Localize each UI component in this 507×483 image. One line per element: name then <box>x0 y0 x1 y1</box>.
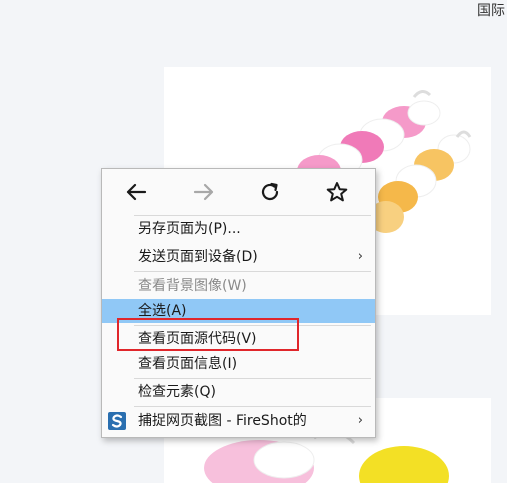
menu-item-fireshot-capture[interactable]: 捕捉网页截图 - FireShot的 › <box>102 409 375 433</box>
menu-separator <box>134 406 371 407</box>
bookmark-button[interactable] <box>317 176 357 208</box>
menu-item-label: 另存页面为(P)... <box>138 221 241 237</box>
back-button[interactable] <box>116 176 156 208</box>
reload-button[interactable] <box>250 176 290 208</box>
header-text-fragment: 国际 <box>477 3 505 18</box>
menu-item-view-page-info[interactable]: 查看页面信息(I) <box>102 352 375 376</box>
menu-separator <box>134 378 371 379</box>
menu-item-save-page[interactable]: 另存页面为(P)... <box>102 217 375 241</box>
arrow-left-icon <box>126 183 147 201</box>
menu-item-send-to-device[interactable]: 发送页面到设备(D) › <box>102 245 375 269</box>
star-icon <box>326 182 348 202</box>
menu-item-label: 检查元素(Q) <box>138 384 216 400</box>
context-menu: 另存页面为(P)... 发送页面到设备(D) › 查看背景图像(W) 全选(A)… <box>101 168 376 438</box>
menu-item-view-background-image: 查看背景图像(W) <box>102 274 375 298</box>
menu-item-label: 全选(A) <box>138 303 187 319</box>
menu-item-label: 查看页面源代码(V) <box>138 331 257 347</box>
menu-item-inspect-element[interactable]: 检查元素(Q) <box>102 380 375 404</box>
menu-separator <box>134 271 371 272</box>
menu-item-label: 查看页面信息(I) <box>138 356 238 372</box>
forward-button[interactable] <box>184 176 224 208</box>
reload-icon <box>261 182 279 201</box>
menu-item-label: 捕捉网页截图 - FireShot的 <box>138 413 307 429</box>
menu-item-label: 发送页面到设备(D) <box>138 249 258 265</box>
menu-separator <box>134 325 371 326</box>
menu-separator <box>134 215 371 216</box>
arrow-right-icon <box>193 183 214 201</box>
submenu-arrow-icon: › <box>357 413 363 428</box>
menu-item-select-all[interactable]: 全选(A) <box>102 299 375 323</box>
context-menu-nav-row <box>102 169 375 215</box>
menu-item-label: 查看背景图像(W) <box>138 278 247 294</box>
menu-item-view-page-source[interactable]: 查看页面源代码(V) <box>102 327 375 351</box>
submenu-arrow-icon: › <box>357 249 363 264</box>
fireshot-icon <box>108 412 126 430</box>
